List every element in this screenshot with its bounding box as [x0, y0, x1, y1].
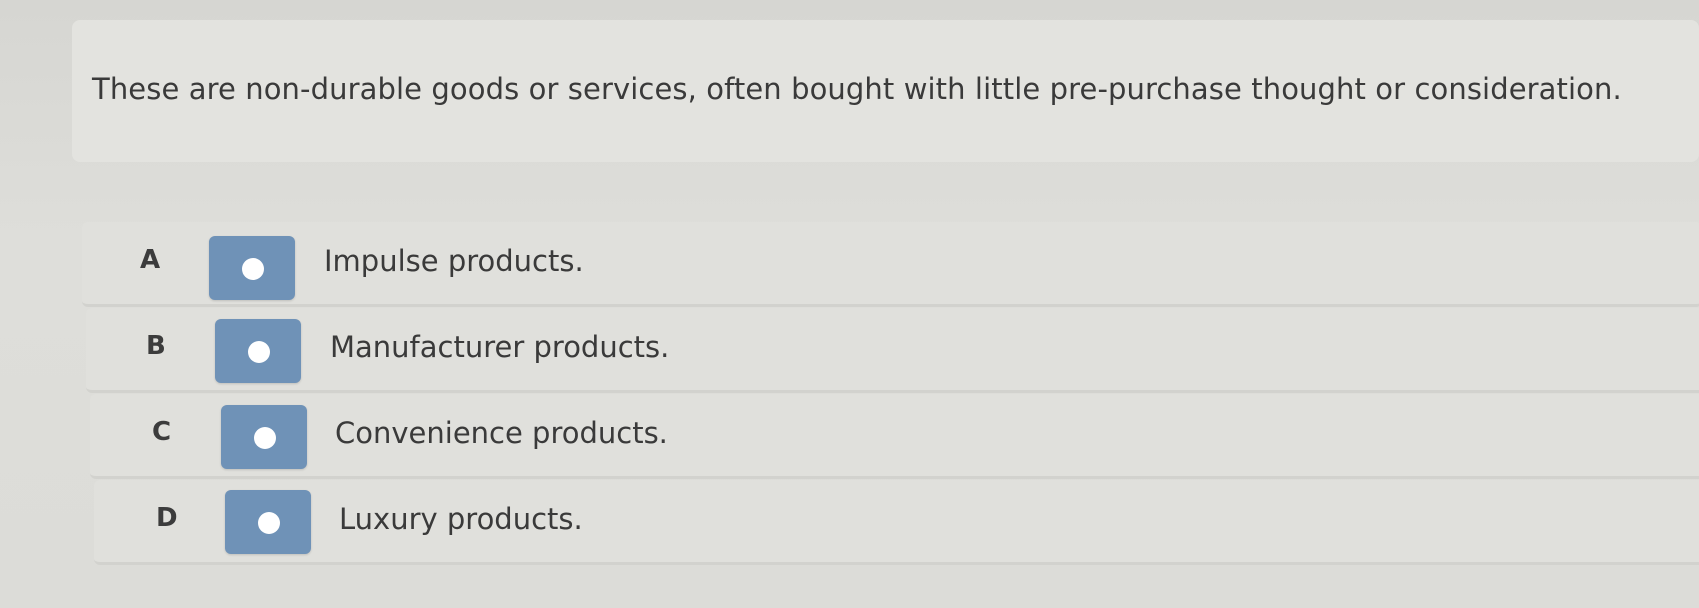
radio-button-c[interactable]: [221, 405, 307, 469]
question-card: These are non-durable goods or services,…: [72, 20, 1699, 162]
question-text: These are non-durable goods or services,…: [92, 72, 1622, 106]
option-label: Convenience products.: [335, 416, 668, 450]
option-row-a[interactable]: A Impulse products.: [82, 222, 1699, 307]
radio-button-a[interactable]: [209, 236, 295, 300]
option-letter: C: [152, 417, 172, 447]
option-letter: A: [140, 245, 161, 275]
option-label: Impulse products.: [324, 244, 584, 278]
option-letter: B: [146, 331, 166, 361]
radio-dot-icon: [258, 512, 280, 534]
option-row-d[interactable]: D Luxury products.: [94, 480, 1699, 565]
option-label: Luxury products.: [339, 502, 583, 536]
quiz-screen: These are non-durable goods or services,…: [0, 0, 1699, 608]
option-label: Manufacturer products.: [330, 330, 670, 364]
option-row-c[interactable]: C Convenience products.: [90, 394, 1699, 479]
radio-button-d[interactable]: [225, 490, 311, 554]
option-letter: D: [156, 503, 178, 533]
radio-button-b[interactable]: [215, 319, 301, 383]
radio-dot-icon: [242, 258, 264, 280]
radio-dot-icon: [254, 427, 276, 449]
radio-dot-icon: [248, 341, 270, 363]
option-row-b[interactable]: B Manufacturer products.: [86, 308, 1699, 393]
